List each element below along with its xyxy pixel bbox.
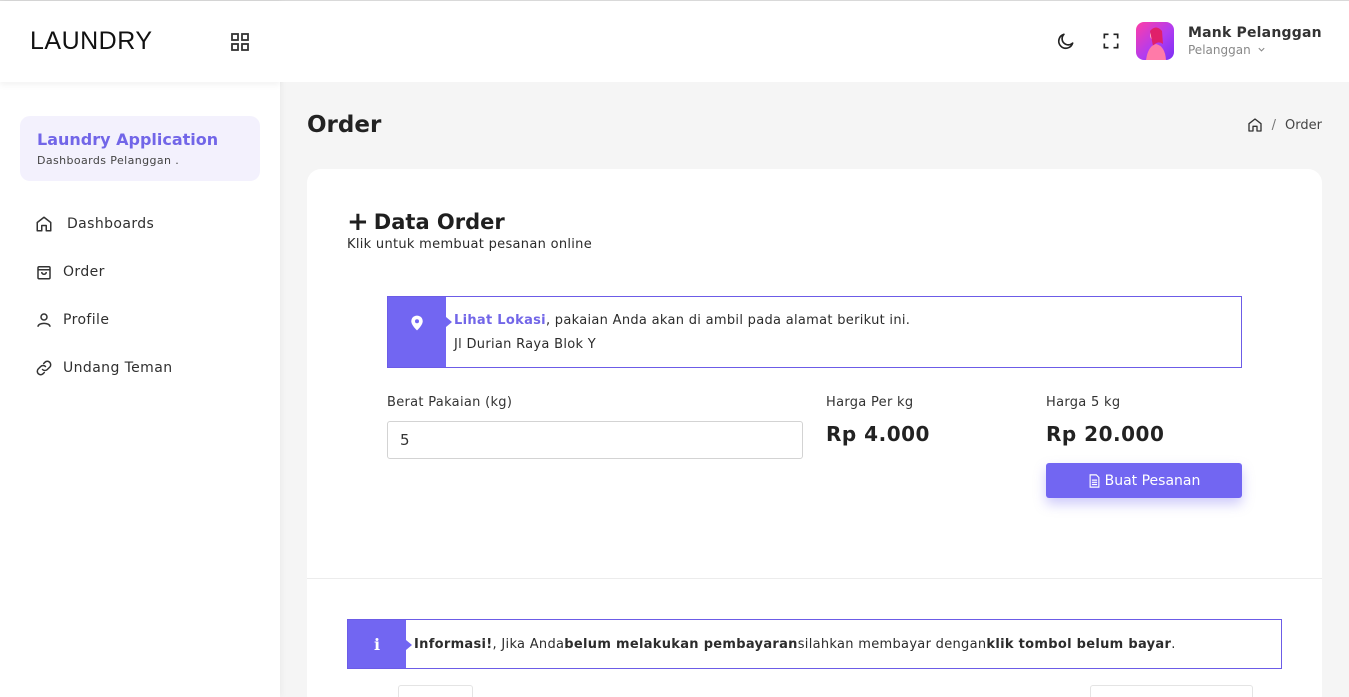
location-alert: Lihat Lokasi, pakaian Anda akan di ambil… — [387, 296, 1242, 368]
moon-icon[interactable] — [1056, 31, 1076, 51]
user-name: Mank Pelanggan — [1188, 25, 1322, 41]
weight-label: Berat Pakaian (kg) — [387, 395, 513, 410]
breadcrumb: / Order — [1247, 117, 1322, 133]
home-icon — [36, 216, 52, 232]
card-title: + Data Order — [347, 209, 505, 235]
avatar[interactable] — [1136, 22, 1174, 60]
table-control-left[interactable] — [398, 685, 473, 697]
sidebar-item-order[interactable]: Order — [0, 248, 280, 296]
page-title: Order — [307, 112, 382, 138]
user-role-label: Pelanggan — [1188, 43, 1251, 57]
avatar-figure-icon — [1146, 27, 1166, 60]
info-strong-3: klik tombol belum bayar — [986, 636, 1172, 652]
pickup-address: Jl Durian Raya Blok Y — [454, 337, 597, 352]
brand-bar: LAUNDRY — [0, 1, 280, 82]
sidebar-item-profile[interactable]: Profile — [0, 296, 280, 344]
info-alert-body: Informasi!, Jika Anda belum melakukan pe… — [406, 620, 1176, 668]
info-alert: i Informasi!, Jika Anda belum melakukan … — [347, 619, 1282, 669]
grid-menu-icon[interactable] — [230, 32, 250, 52]
breadcrumb-current: Order — [1285, 117, 1322, 133]
info-text-2: silahkan membayar dengan — [797, 636, 987, 652]
brand-logo: LAUNDRY — [30, 27, 153, 55]
breadcrumb-separator: / — [1271, 117, 1277, 133]
info-text-1: , Jika Anda — [492, 636, 565, 652]
alert-side: i — [348, 620, 412, 668]
info-strong-1: Informasi! — [414, 636, 493, 652]
home-icon[interactable] — [1247, 117, 1263, 133]
location-alert-text: , pakaian Anda akan di ambil pada alamat… — [545, 313, 911, 328]
price-per-kg: Rp 4.000 — [826, 422, 930, 446]
fullscreen-icon[interactable] — [1101, 31, 1121, 51]
sidebar-item-label: Profile — [63, 312, 110, 328]
sidebar-item-label: Undang Teman — [63, 360, 173, 376]
app-card: Laundry Application Dashboards Pelanggan… — [20, 116, 260, 181]
sidebar-item-undang-teman[interactable]: Undang Teman — [0, 344, 280, 392]
link-icon — [36, 360, 52, 376]
weight-input[interactable] — [387, 421, 803, 459]
create-order-label: Buat Pesanan — [1104, 472, 1201, 489]
create-order-button[interactable]: Buat Pesanan — [1046, 463, 1242, 498]
info-text-3: . — [1171, 636, 1176, 652]
info-icon: i — [373, 634, 381, 654]
price-per-kg-label: Harga Per kg — [826, 395, 914, 410]
sidebar-item-dashboards[interactable]: Dashboards — [0, 200, 280, 248]
alert-side — [388, 297, 452, 367]
user-role-dropdown[interactable]: Pelanggan — [1188, 43, 1266, 57]
user-icon — [37, 313, 51, 327]
shopping-bag-icon — [37, 266, 51, 280]
sidebar-item-label: Dashboards — [67, 216, 155, 232]
info-strong-2: belum melakukan pembayaran — [564, 636, 798, 652]
location-alert-body: Lihat Lokasi, pakaian Anda akan di ambil… — [446, 297, 910, 367]
see-location-link[interactable]: Lihat Lokasi — [454, 313, 546, 328]
sidebar-item-label: Order — [63, 264, 105, 280]
document-icon — [1089, 473, 1100, 488]
chevron-down-icon — [1257, 47, 1265, 52]
top-header: Mank Pelanggan Pelanggan — [280, 1, 1349, 82]
order-card: + Data Order Klik untuk membuat pesanan … — [307, 169, 1322, 697]
card-title-text: Data Order — [373, 210, 505, 234]
map-pin-icon — [411, 315, 423, 331]
plus-icon: + — [347, 207, 369, 237]
app-card-subtitle: Dashboards Pelanggan . — [37, 154, 180, 167]
table-control-right[interactable] — [1090, 685, 1253, 697]
total-price: Rp 20.000 — [1046, 422, 1165, 446]
divider — [307, 578, 1322, 579]
total-price-label: Harga 5 kg — [1046, 395, 1121, 410]
sidebar: LAUNDRY Laundry Application Dashboards P… — [0, 1, 280, 697]
card-subtitle: Klik untuk membuat pesanan online — [347, 237, 593, 252]
app-card-title: Laundry Application — [37, 130, 219, 149]
sidebar-nav: Dashboards Order Profile Undang Teman — [0, 200, 280, 392]
